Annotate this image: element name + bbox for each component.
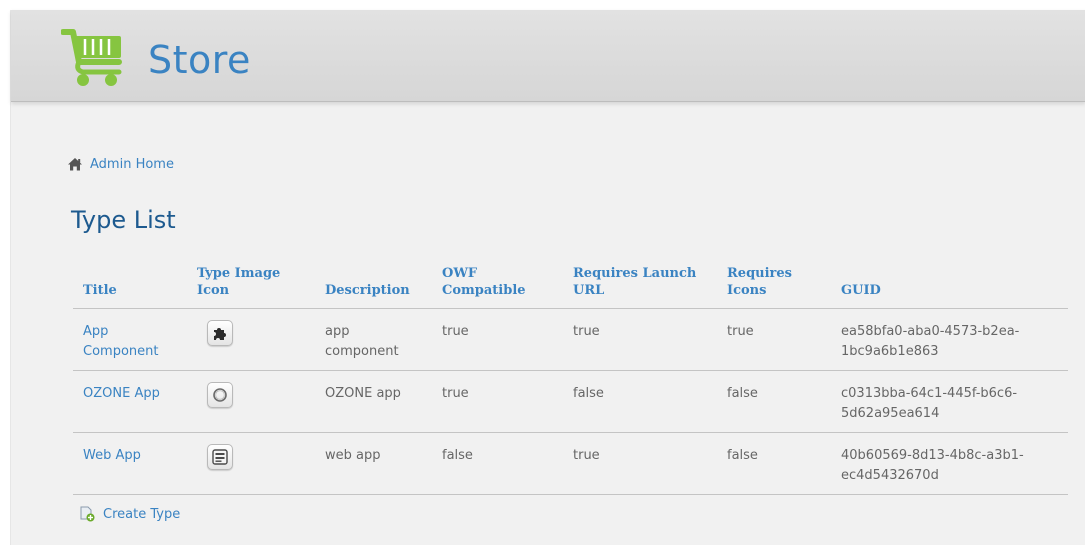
column-header-owf-compatible[interactable]: OWF Compatible <box>432 258 563 309</box>
type-list-table: Title Type Image Icon Description OWF Co… <box>73 258 1068 495</box>
table-row: OZONE App OZONE app true false false c03… <box>73 370 1068 433</box>
breadcrumb: Admin Home <box>67 154 174 174</box>
home-icon <box>68 158 82 171</box>
table-row: App Component app component true true tr… <box>73 308 1068 371</box>
shopping-cart-icon <box>61 29 122 86</box>
column-header-title[interactable]: Title <box>73 258 187 309</box>
brand-title: Store <box>148 38 251 82</box>
guid-value: c0313bba-64c1-445f-b6c6-5d62a95ea614 <box>831 370 1068 433</box>
column-header-type-image-icon: Type Image Icon <box>187 258 315 309</box>
header: Store <box>11 10 1085 102</box>
table-row: Web App web app false true false 40b6056… <box>73 432 1068 495</box>
create-type-link[interactable]: Create Type <box>103 507 180 522</box>
column-header-requires-icons[interactable]: Requires Icons <box>717 258 831 309</box>
owf-compatible-value: false <box>432 432 563 495</box>
requires-launch-url-value: false <box>563 370 717 433</box>
owf-compatible-value: true <box>432 370 563 433</box>
type-title-link[interactable]: Web App <box>83 448 141 463</box>
type-title-link[interactable]: App Component <box>83 324 158 359</box>
requires-launch-url-value: true <box>563 432 717 495</box>
table-header-row: Title Type Image Icon Description OWF Co… <box>73 258 1068 309</box>
page-title: Type List <box>71 206 176 234</box>
page: Store Admin Home Type List Title Type Im… <box>10 10 1085 545</box>
guid-value: ea58bfa0-aba0-4573-b2ea-1bc9a6b1e863 <box>831 308 1068 371</box>
requires-launch-url-value: true <box>563 308 717 371</box>
type-description: OZONE app <box>315 370 432 433</box>
type-description: app component <box>315 308 432 371</box>
requires-icons-value: false <box>717 370 831 433</box>
type-title-link[interactable]: OZONE App <box>83 386 160 401</box>
owf-compatible-value: true <box>432 308 563 371</box>
requires-icons-value: false <box>717 432 831 495</box>
column-header-requires-launch-url[interactable]: Requires Launch URL <box>563 258 717 309</box>
admin-home-link[interactable]: Admin Home <box>90 157 174 172</box>
ozone-ring-icon <box>207 381 233 408</box>
column-header-description[interactable]: Description <box>315 258 432 309</box>
type-description: web app <box>315 432 432 495</box>
create-document-icon <box>80 506 95 522</box>
create-type-action[interactable]: Create Type <box>79 506 180 522</box>
web-app-icon <box>207 443 233 470</box>
guid-value: 40b60569-8d13-4b8c-a3b1-ec4d5432670d <box>831 432 1068 495</box>
column-header-guid[interactable]: GUID <box>831 258 1068 309</box>
puzzle-icon <box>207 319 233 346</box>
requires-icons-value: true <box>717 308 831 371</box>
